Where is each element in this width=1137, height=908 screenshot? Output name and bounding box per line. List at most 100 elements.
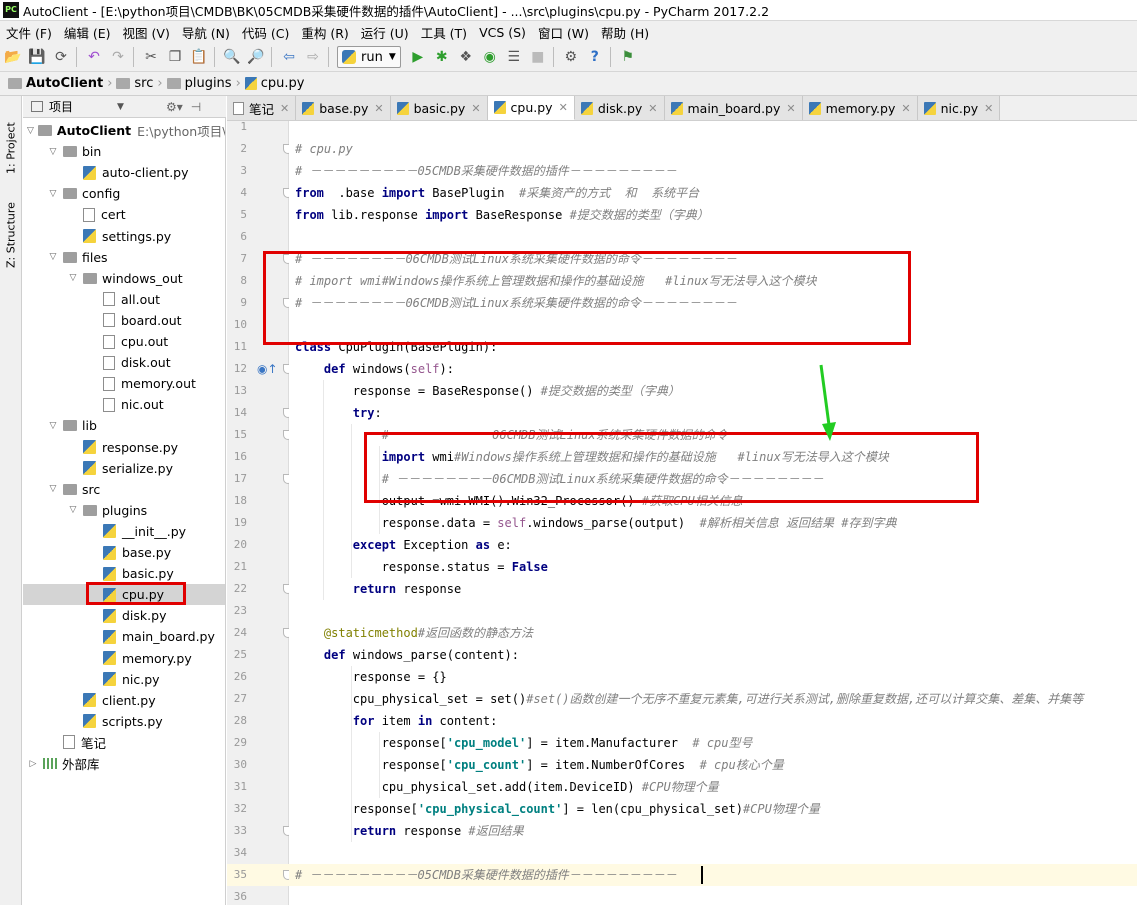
menu-item-9[interactable]: 窗口 (W)	[532, 23, 595, 42]
tree-item[interactable]: ▽ windows_out	[23, 268, 225, 289]
tab-project[interactable]: 1: Project	[1, 104, 21, 174]
stop-icon[interactable]: ■	[527, 46, 549, 68]
gear-icon[interactable]: ⚙▾	[166, 100, 183, 114]
tree-item[interactable]: settings.py	[23, 226, 225, 247]
expand-arrow-icon[interactable]: ▽	[47, 421, 59, 431]
concurrency-icon[interactable]: ☰	[503, 46, 525, 68]
tree-item[interactable]: ▽ lib	[23, 415, 225, 436]
tree-item[interactable]: auto-client.py	[23, 162, 225, 183]
find-icon[interactable]: 🔍	[221, 46, 243, 68]
close-icon[interactable]: ✕	[280, 102, 289, 115]
tree-item[interactable]: cpu.py	[23, 584, 225, 606]
tree-item[interactable]: ▽ plugins	[23, 500, 225, 521]
project-panel-title[interactable]: 项目	[49, 98, 73, 115]
chevron-down-icon[interactable]: ▼	[117, 102, 124, 112]
settings-icon[interactable]: ⚙	[560, 46, 582, 68]
breadcrumb-item[interactable]: AutoClient ›	[8, 76, 112, 91]
help-icon[interactable]: ?	[584, 46, 606, 68]
tree-item[interactable]: serialize.py	[23, 458, 225, 479]
menu-item-0[interactable]: 文件 (F)	[0, 23, 58, 42]
tab-cpu-py[interactable]: cpu.py ✕	[487, 96, 575, 120]
tree-item[interactable]: base.py	[23, 542, 225, 563]
expand-arrow-icon[interactable]: ▽	[47, 147, 59, 157]
save-icon[interactable]: 💾	[26, 46, 48, 68]
tree-item[interactable]: all.out	[23, 289, 225, 310]
close-icon[interactable]: ✕	[374, 102, 383, 115]
back-icon[interactable]: ⇦	[278, 46, 300, 68]
close-icon[interactable]: ✕	[786, 102, 795, 115]
tree-item[interactable]: memory.out	[23, 373, 225, 394]
menu-item-8[interactable]: VCS (S)	[473, 25, 532, 40]
collapse-icon[interactable]: ⊣	[191, 100, 201, 114]
tree-item[interactable]: basic.py	[23, 563, 225, 584]
tree-item[interactable]: disk.out	[23, 352, 225, 373]
tab-main_board-py[interactable]: main_board.py ✕	[664, 96, 803, 120]
tab-nic-py[interactable]: nic.py ✕	[917, 96, 1001, 120]
tree-item[interactable]: ▽ config	[23, 183, 225, 204]
menu-item-7[interactable]: 工具 (T)	[415, 23, 473, 42]
tree-item[interactable]: nic.out	[23, 394, 225, 415]
override-marker-icon[interactable]: ◉↑	[257, 361, 278, 377]
tab-disk-py[interactable]: disk.py ✕	[574, 96, 665, 120]
menu-item-1[interactable]: 编辑 (E)	[58, 23, 117, 42]
paste-icon[interactable]: 📋	[188, 46, 210, 68]
vcs-icon[interactable]: ⚑	[617, 46, 639, 68]
tree-item[interactable]: board.out	[23, 310, 225, 331]
code-editor[interactable]: # cpu.py # －－－－－－－－－05CMDB采集硬件数据的插件－－－－－－…	[289, 121, 1137, 905]
tree-item[interactable]: ▷ 外部库	[23, 753, 225, 774]
tree-item[interactable]: 笔记	[23, 732, 225, 753]
tree-item[interactable]: response.py	[23, 437, 225, 458]
tree-item[interactable]: ▽ AutoClient E:\python项目\C	[23, 120, 225, 141]
expand-arrow-icon[interactable]: ▽	[47, 189, 59, 199]
coverage-icon[interactable]: ❖	[455, 46, 477, 68]
redo-icon[interactable]: ↷	[107, 46, 129, 68]
tab-structure[interactable]: Z: Structure	[1, 188, 21, 268]
replace-icon[interactable]: 🔎	[245, 46, 267, 68]
tree-item[interactable]: nic.py	[23, 669, 225, 690]
undo-icon[interactable]: ↶	[83, 46, 105, 68]
sync-icon[interactable]: ⟳	[50, 46, 72, 68]
tree-item[interactable]: ▽ files	[23, 247, 225, 268]
tree-item[interactable]: scripts.py	[23, 711, 225, 732]
cut-icon[interactable]: ✂	[140, 46, 162, 68]
close-icon[interactable]: ✕	[901, 102, 910, 115]
tree-item[interactable]: client.py	[23, 690, 225, 711]
tree-item[interactable]: memory.py	[23, 648, 225, 669]
breadcrumb-item[interactable]: cpu.py	[244, 76, 305, 91]
menu-item-2[interactable]: 视图 (V)	[117, 23, 176, 42]
close-icon[interactable]: ✕	[471, 102, 480, 115]
expand-arrow-icon[interactable]: ▽	[27, 126, 34, 136]
expand-arrow-icon[interactable]: ▽	[47, 252, 59, 262]
tree-item[interactable]: disk.py	[23, 605, 225, 626]
close-icon[interactable]: ✕	[648, 102, 657, 115]
tab-memory-py[interactable]: memory.py ✕	[802, 96, 918, 120]
tree-item[interactable]: __init__.py	[23, 521, 225, 542]
close-icon[interactable]: ✕	[559, 101, 568, 114]
close-icon[interactable]: ✕	[984, 102, 993, 115]
profile-icon[interactable]: ◉	[479, 46, 501, 68]
tree-item[interactable]: ▽ src	[23, 479, 225, 500]
tree-item[interactable]: cpu.out	[23, 331, 225, 352]
breadcrumb-item[interactable]: src ›	[116, 76, 163, 91]
breadcrumb-item[interactable]: plugins ›	[166, 76, 241, 91]
tab-base-py[interactable]: base.py ✕	[296, 96, 391, 120]
menu-item-4[interactable]: 代码 (C)	[236, 23, 295, 42]
run-icon[interactable]: ▶	[407, 46, 429, 68]
forward-icon[interactable]: ⇨	[302, 46, 324, 68]
open-folder-icon[interactable]: 📂	[2, 46, 24, 68]
menu-item-5[interactable]: 重构 (R)	[295, 23, 354, 42]
expand-arrow-icon[interactable]: ▽	[67, 273, 79, 283]
expand-arrow-icon[interactable]: ▽	[67, 505, 79, 515]
menu-item-10[interactable]: 帮助 (H)	[595, 23, 655, 42]
expand-arrow-icon[interactable]: ▷	[27, 759, 39, 769]
tree-item[interactable]: cert	[23, 204, 225, 225]
menu-item-6[interactable]: 运行 (U)	[355, 23, 415, 42]
debug-icon[interactable]: ✱	[431, 46, 453, 68]
tree-item[interactable]: main_board.py	[23, 626, 225, 647]
menu-item-3[interactable]: 导航 (N)	[176, 23, 236, 42]
run-config-dropdown[interactable]: run ▼	[337, 46, 401, 68]
expand-arrow-icon[interactable]: ▽	[47, 484, 59, 494]
tab-basic-py[interactable]: basic.py ✕	[390, 96, 488, 120]
tree-item[interactable]: ▽ bin	[23, 141, 225, 162]
copy-icon[interactable]: ❐	[164, 46, 186, 68]
